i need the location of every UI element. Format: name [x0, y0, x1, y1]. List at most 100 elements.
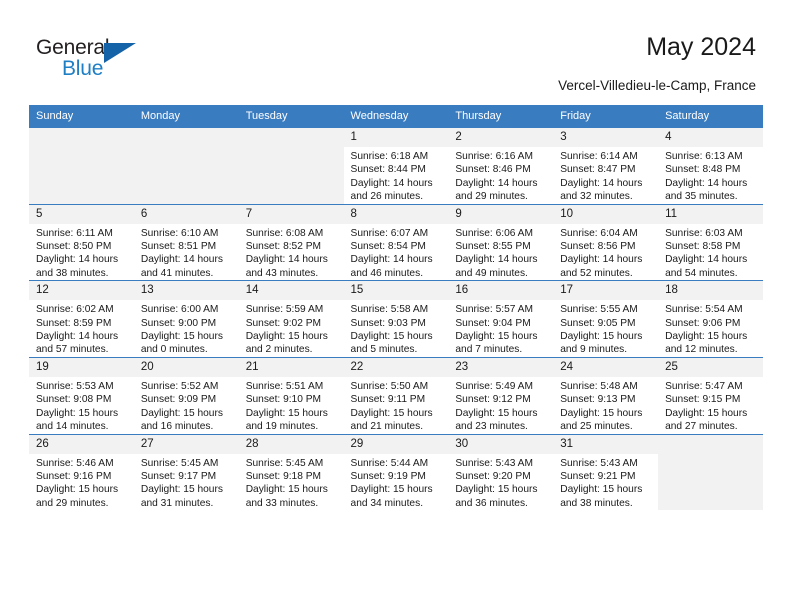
calendar-day-cell[interactable]: 28 Sunrise: 5:45 AM Sunset: 9:18 PM Dayligh…: [238, 433, 344, 511]
page-header: General Blue May 2024 Vercel-Villedieu-l…: [0, 0, 792, 104]
weekday-header-tuesday: Tuesday: [238, 105, 344, 128]
sunrise-text: Sunrise: 6:06 AM: [455, 227, 533, 239]
sunset-text: Sunset: 9:20 PM: [455, 470, 531, 482]
sunrise-text: Sunrise: 5:57 AM: [455, 304, 533, 316]
day-number: 1: [343, 128, 449, 147]
calendar-day-cell[interactable]: 12 Sunrise: 6:02 AM Sunset: 8:59 PM Dayligh…: [29, 280, 134, 358]
daylight-text: Daylight: 15 hours and 31 minutes.: [140, 484, 223, 509]
day-details: Sunrise: 6:11 AM Sunset: 8:50 PM Daylight:…: [29, 224, 134, 281]
daylight-text: Daylight: 15 hours and 36 minutes.: [455, 484, 538, 509]
calendar-week-row: 1 Sunrise: 6:18 AM Sunset: 8:44 PM Daylight…: [29, 127, 763, 205]
day-number: 8: [343, 204, 449, 224]
day-details: Sunrise: 6:14 AM Sunset: 8:47 PM Daylight:…: [553, 147, 658, 204]
day-details: Sunrise: 6:16 AM Sunset: 8:46 PM Daylight:…: [448, 147, 553, 204]
day-number: 4: [658, 128, 763, 147]
sunrise-text: Sunrise: 5:45 AM: [140, 457, 219, 469]
sunset-text: Sunset: 9:15 PM: [665, 394, 741, 406]
calendar-day-cell[interactable]: 25 Sunrise: 5:47 AM Sunset: 9:15 PM Dayligh…: [658, 356, 763, 434]
calendar-day-cell[interactable]: 14 Sunrise: 5:59 AM Sunset: 9:02 PM Dayligh…: [238, 280, 344, 358]
daylight-text: Daylight: 14 hours and 46 minutes.: [350, 254, 433, 279]
day-details: Sunrise: 6:06 AM Sunset: 8:55 PM Daylight:…: [448, 224, 553, 281]
calendar-day-cell[interactable]: 30 Sunrise: 5:43 AM Sunset: 9:20 PM Dayligh…: [448, 433, 554, 511]
calendar-day-cell[interactable]: 9 Sunrise: 6:06 AM Sunset: 8:55 PM Daylight…: [448, 203, 554, 281]
daylight-text: Daylight: 15 hours and 19 minutes.: [245, 407, 328, 433]
calendar-day-cell[interactable]: 10 Sunrise: 6:04 AM Sunset: 8:56 PM Dayligh…: [553, 203, 659, 281]
calendar-day-cell[interactable]: 8 Sunrise: 6:07 AM Sunset: 8:54 PM Daylight…: [343, 203, 449, 281]
day-details: Sunrise: 5:43 AM Sunset: 9:21 PM Daylight:…: [553, 454, 658, 511]
sunset-text: Sunset: 9:08 PM: [36, 394, 112, 406]
day-number: 14: [238, 281, 344, 301]
daylight-text: Daylight: 14 hours and 38 minutes.: [36, 254, 119, 279]
day-details: Sunrise: 5:43 AM Sunset: 9:20 PM Daylight:…: [448, 454, 553, 511]
day-number: 19: [29, 357, 134, 377]
day-number: 25: [658, 357, 763, 377]
day-details: Sunrise: 5:49 AM Sunset: 9:12 PM Daylight:…: [448, 377, 553, 434]
day-details: Sunrise: 5:55 AM Sunset: 9:05 PM Daylight:…: [553, 300, 658, 357]
calendar-day-cell[interactable]: 27 Sunrise: 5:45 AM Sunset: 9:17 PM Dayligh…: [133, 433, 239, 511]
calendar-day-cell[interactable]: 2 Sunrise: 6:16 AM Sunset: 8:46 PM Daylight…: [448, 127, 554, 205]
calendar-day-cell[interactable]: 20 Sunrise: 5:52 AM Sunset: 9:09 PM Dayligh…: [133, 356, 239, 434]
calendar-day-cell[interactable]: 19 Sunrise: 5:53 AM Sunset: 9:08 PM Dayligh…: [29, 356, 134, 434]
sunrise-text: Sunrise: 5:44 AM: [350, 457, 429, 469]
calendar-day-cell[interactable]: 1 Sunrise: 6:18 AM Sunset: 8:44 PM Daylight…: [343, 127, 449, 205]
day-details: Sunrise: 6:07 AM Sunset: 8:54 PM Daylight:…: [344, 224, 449, 281]
calendar-day-cell[interactable]: 24 Sunrise: 5:48 AM Sunset: 9:13 PM Dayligh…: [553, 356, 659, 434]
calendar-day-cell[interactable]: 26 Sunrise: 5:46 AM Sunset: 9:16 PM Dayligh…: [29, 433, 134, 511]
sunset-text: Sunset: 8:47 PM: [560, 164, 636, 176]
day-details: Sunrise: 6:18 AM Sunset: 8:44 PM Daylight:…: [344, 147, 449, 204]
calendar-day-cell[interactable]: 31 Sunrise: 5:43 AM Sunset: 9:21 PM Dayligh…: [553, 433, 659, 511]
daylight-text: Daylight: 15 hours and 5 minutes.: [350, 331, 433, 356]
sunrise-text: Sunrise: 5:46 AM: [36, 457, 114, 469]
calendar-day-cell[interactable]: 6 Sunrise: 6:10 AM Sunset: 8:51 PM Daylight…: [133, 203, 239, 281]
daylight-text: Daylight: 15 hours and 2 minutes.: [245, 331, 328, 356]
sunrise-text: Sunrise: 6:11 AM: [36, 227, 113, 239]
sunrise-text: Sunrise: 6:18 AM: [350, 151, 429, 162]
day-number: 22: [343, 357, 449, 377]
calendar-day-cell[interactable]: 13 Sunrise: 6:00 AM Sunset: 9:00 PM Dayligh…: [133, 280, 239, 358]
daylight-text: Daylight: 15 hours and 12 minutes.: [665, 331, 748, 356]
day-details: Sunrise: 5:44 AM Sunset: 9:19 PM Daylight:…: [344, 454, 449, 511]
weekday-header-row: Sunday Monday Tuesday Wednesday Thursday…: [29, 105, 763, 128]
calendar-day-cell[interactable]: 11 Sunrise: 6:03 AM Sunset: 8:58 PM Dayligh…: [658, 203, 763, 281]
calendar-day-cell[interactable]: 3 Sunrise: 6:14 AM Sunset: 8:47 PM Daylight…: [553, 127, 659, 205]
sunrise-text: Sunrise: 6:07 AM: [350, 227, 429, 239]
day-number: 29: [343, 434, 449, 454]
calendar-day-cell[interactable]: 5 Sunrise: 6:11 AM Sunset: 8:50 PM Daylight…: [29, 203, 134, 281]
calendar-day-cell[interactable]: 4 Sunrise: 6:13 AM Sunset: 8:48 PM Daylight…: [658, 127, 763, 205]
sunrise-text: Sunrise: 6:00 AM: [140, 304, 219, 316]
month-calendar: Sunday Monday Tuesday Wednesday Thursday…: [29, 105, 763, 511]
day-details: Sunrise: 6:13 AM Sunset: 8:48 PM Daylight:…: [658, 147, 763, 204]
daylight-text: Daylight: 14 hours and 52 minutes.: [560, 254, 643, 279]
calendar-day-cell[interactable]: 22 Sunrise: 5:50 AM Sunset: 9:11 PM Dayligh…: [343, 356, 449, 434]
calendar-day-cell[interactable]: 16 Sunrise: 5:57 AM Sunset: 9:04 PM Dayligh…: [448, 280, 554, 358]
calendar-day-cell[interactable]: 15 Sunrise: 5:58 AM Sunset: 9:03 PM Dayligh…: [343, 280, 449, 358]
day-number: 9: [448, 204, 554, 224]
day-details: Sunrise: 6:00 AM Sunset: 9:00 PM Daylight:…: [134, 300, 239, 357]
sunset-text: Sunset: 8:44 PM: [350, 164, 426, 176]
sunset-text: Sunset: 9:03 PM: [350, 317, 426, 329]
page-subtitle: Vercel-Villedieu-le-Camp, France: [558, 78, 756, 93]
day-number: 11: [658, 204, 763, 224]
day-details: Sunrise: 5:54 AM Sunset: 9:06 PM Daylight:…: [658, 300, 763, 357]
day-details: Sunrise: 6:10 AM Sunset: 8:51 PM Daylight:…: [134, 224, 239, 281]
calendar-day-cell[interactable]: 17 Sunrise: 5:55 AM Sunset: 9:05 PM Dayligh…: [553, 280, 659, 358]
general-blue-logo[interactable]: General Blue: [36, 36, 176, 86]
day-details: Sunrise: 5:57 AM Sunset: 9:04 PM Daylight:…: [448, 300, 553, 357]
day-details: Sunrise: 5:53 AM Sunset: 9:08 PM Daylight:…: [29, 377, 134, 434]
day-details: Sunrise: 6:04 AM Sunset: 8:56 PM Daylight:…: [553, 224, 658, 281]
day-details: Sunrise: 6:08 AM Sunset: 8:52 PM Daylight:…: [239, 224, 344, 281]
sunset-text: Sunset: 9:00 PM: [140, 317, 217, 329]
calendar-week-row: 19 Sunrise: 5:53 AM Sunset: 9:08 PM Dayligh…: [29, 356, 763, 434]
calendar-day-cell[interactable]: 18 Sunrise: 5:54 AM Sunset: 9:06 PM Dayligh…: [658, 280, 763, 358]
sunrise-text: Sunrise: 5:49 AM: [455, 380, 533, 392]
sunset-text: Sunset: 9:17 PM: [140, 470, 217, 482]
sunset-text: Sunset: 9:13 PM: [560, 394, 636, 406]
day-number: 17: [553, 281, 659, 301]
daylight-text: Daylight: 15 hours and 34 minutes.: [350, 484, 433, 509]
daylight-text: Daylight: 14 hours and 26 minutes.: [350, 177, 433, 203]
calendar-day-cell[interactable]: 7 Sunrise: 6:08 AM Sunset: 8:52 PM Daylight…: [238, 203, 344, 281]
calendar-day-cell[interactable]: 29 Sunrise: 5:44 AM Sunset: 9:19 PM Dayligh…: [343, 433, 449, 511]
calendar-day-cell[interactable]: 23 Sunrise: 5:49 AM Sunset: 9:12 PM Dayligh…: [448, 356, 554, 434]
calendar-day-cell[interactable]: 21 Sunrise: 5:51 AM Sunset: 9:10 PM Dayligh…: [238, 356, 344, 434]
day-number: 18: [658, 281, 763, 301]
